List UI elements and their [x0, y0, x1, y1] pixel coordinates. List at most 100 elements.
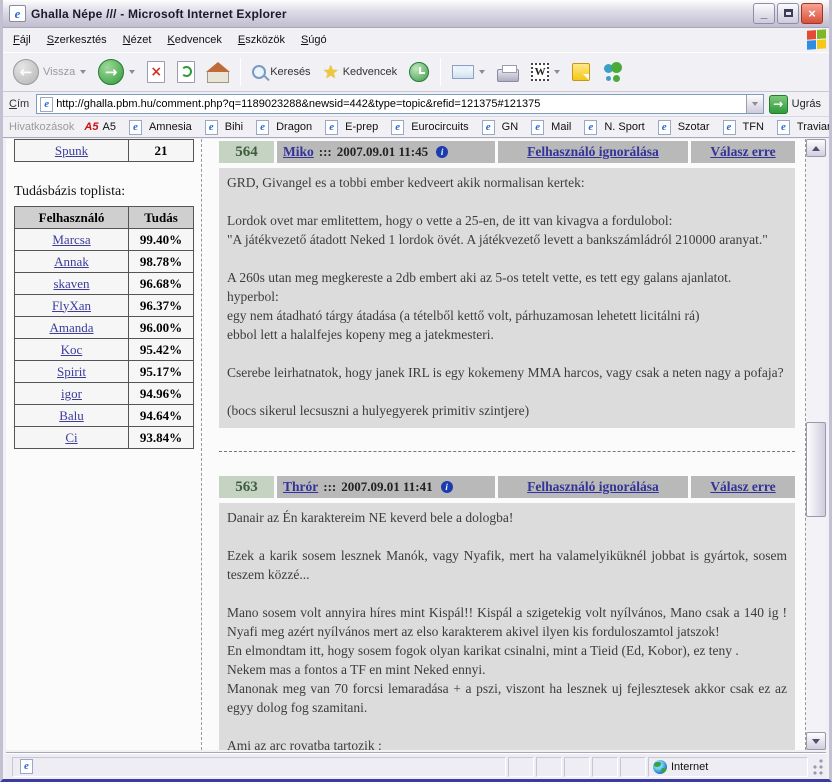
page-icon: e [129, 120, 142, 135]
link-tfn[interactable]: eTFN [720, 120, 764, 135]
link-travian[interactable]: eTravian [774, 120, 829, 135]
menu-favorites[interactable]: Kedvencek [159, 31, 229, 49]
scrollbar-track[interactable] [806, 157, 826, 732]
go-arrow-icon: → [769, 95, 788, 114]
link-gn[interactable]: eGN [479, 120, 519, 135]
link-amnesia[interactable]: eAmnesia [126, 120, 192, 135]
status-pane [620, 757, 646, 777]
link-szotar[interactable]: eSzotar [655, 120, 710, 135]
note-icon [572, 63, 590, 81]
maximize-button[interactable] [777, 3, 799, 24]
link-bihi[interactable]: eBihi [202, 120, 243, 135]
scrollbar-thumb[interactable] [806, 422, 826, 517]
link-eprep[interactable]: eE-prep [322, 120, 378, 135]
minimize-button[interactable]: _ [753, 3, 775, 24]
user-link[interactable]: skaven [53, 276, 89, 292]
page-icon: e [325, 120, 338, 135]
scroll-up-button[interactable] [806, 139, 826, 157]
print-button[interactable] [493, 61, 523, 84]
post-body: Danair az Én karaktereim NE keverd bele … [219, 503, 795, 750]
standard-toolbar: ← Vissza → × Keresés ★ Kedvencek [3, 52, 829, 92]
home-button[interactable] [203, 60, 233, 85]
knowledge-value: 96.68% [129, 273, 194, 295]
knowledge-value: 95.17% [129, 361, 194, 383]
link-nsport[interactable]: eN. Sport [581, 120, 644, 135]
links-bar: Hivatkozások A5A5 eAmnesia eBihi eDragon… [3, 117, 829, 138]
link-dragon[interactable]: eDragon [253, 120, 312, 135]
edit-button[interactable]: W [527, 61, 564, 83]
table-row: skaven 96.68% [14, 273, 194, 295]
page-icon: e [391, 120, 404, 135]
go-button[interactable]: → Ugrás [769, 95, 825, 114]
address-dropdown-button[interactable] [746, 95, 763, 113]
user-link[interactable]: Balu [59, 408, 84, 424]
refresh-button[interactable] [173, 59, 199, 85]
ignore-user-link[interactable]: Felhasználó ignorálása [527, 479, 659, 495]
close-button[interactable]: × [801, 3, 823, 24]
menu-tools[interactable]: Eszközök [230, 31, 293, 49]
page-icon: e [777, 120, 790, 135]
forward-button[interactable]: → [94, 57, 139, 87]
address-label: Cím [7, 98, 31, 110]
back-icon: ← [13, 59, 39, 85]
user-link[interactable]: Annak [54, 254, 89, 270]
user-link[interactable]: igor [61, 386, 82, 402]
link-mail[interactable]: eMail [528, 120, 571, 135]
link-eurocircuits[interactable]: eEurocircuits [388, 120, 468, 135]
table-row: Ci 93.84% [14, 427, 194, 449]
toolbar-separator [240, 58, 241, 86]
mail-dropdown-icon[interactable] [479, 70, 485, 74]
resize-grip[interactable] [810, 757, 824, 777]
edit-word-icon: W [531, 63, 549, 81]
forum-thread: 564 Miko ::: 2007.09.01 11:45 i Felhaszn… [202, 139, 806, 750]
user-link[interactable]: FlyXan [52, 298, 91, 314]
messenger-button[interactable] [598, 60, 628, 84]
mail-button[interactable] [448, 63, 489, 81]
user-link[interactable]: Ci [65, 430, 77, 446]
address-field[interactable]: e [36, 94, 763, 114]
forward-dropdown-icon[interactable] [129, 70, 135, 74]
table-row: Amanda96.00% [14, 317, 194, 339]
menu-file[interactable]: Fájl [5, 31, 39, 49]
url-input[interactable] [56, 98, 745, 110]
forward-icon: → [98, 59, 124, 85]
back-dropdown-icon[interactable] [80, 70, 86, 74]
back-button[interactable]: ← Vissza [9, 57, 90, 87]
page-icon: e [40, 97, 53, 112]
toplist-title: Tudásbázis toplista: [14, 184, 201, 200]
reply-link[interactable]: Válasz erre [710, 479, 775, 495]
author-link[interactable]: Thrór [283, 479, 318, 495]
links-label: Hivatkozások [9, 121, 74, 133]
history-button[interactable] [405, 60, 433, 84]
ignore-user-link[interactable]: Felhasználó ignorálása [527, 144, 659, 160]
maximize-icon [784, 9, 793, 17]
reply-link[interactable]: Válasz erre [710, 144, 775, 160]
author-link[interactable]: Miko [283, 144, 314, 160]
stop-button[interactable]: × [143, 59, 169, 85]
menu-view[interactable]: Nézet [115, 31, 160, 49]
user-link[interactable]: Amanda [49, 320, 93, 336]
sidebar: Spunk 21 Tudásbázis toplista: Felhasznál… [6, 139, 202, 750]
search-button[interactable]: Keresés [248, 63, 314, 81]
page-content: Spunk 21 Tudásbázis toplista: Felhasznál… [6, 139, 826, 750]
table-row: Balu94.64% [14, 405, 194, 427]
info-icon[interactable]: i [436, 146, 448, 158]
user-link[interactable]: Marcsa [52, 232, 90, 248]
edit-dropdown-icon[interactable] [554, 70, 560, 74]
favorites-star-icon: ★ [323, 62, 339, 83]
link-a5[interactable]: A5A5 [84, 121, 116, 133]
info-icon[interactable]: i [441, 481, 453, 493]
knowledge-value: 93.84% [129, 427, 194, 449]
search-icon [252, 65, 266, 79]
page-icon: e [658, 120, 671, 135]
menu-edit[interactable]: Szerkesztés [39, 31, 115, 49]
favorites-button[interactable]: ★ Kedvencek [319, 60, 402, 85]
user-link-spunk[interactable]: Spunk [55, 143, 88, 159]
scroll-down-button[interactable] [806, 732, 826, 750]
menu-help[interactable]: Súgó [293, 31, 335, 49]
discuss-button[interactable] [568, 61, 594, 83]
col-header-knowledge: Tudás [129, 207, 194, 229]
user-link[interactable]: Koc [61, 342, 83, 358]
vertical-scrollbar[interactable] [806, 139, 826, 750]
user-link[interactable]: Spirit [57, 364, 86, 380]
